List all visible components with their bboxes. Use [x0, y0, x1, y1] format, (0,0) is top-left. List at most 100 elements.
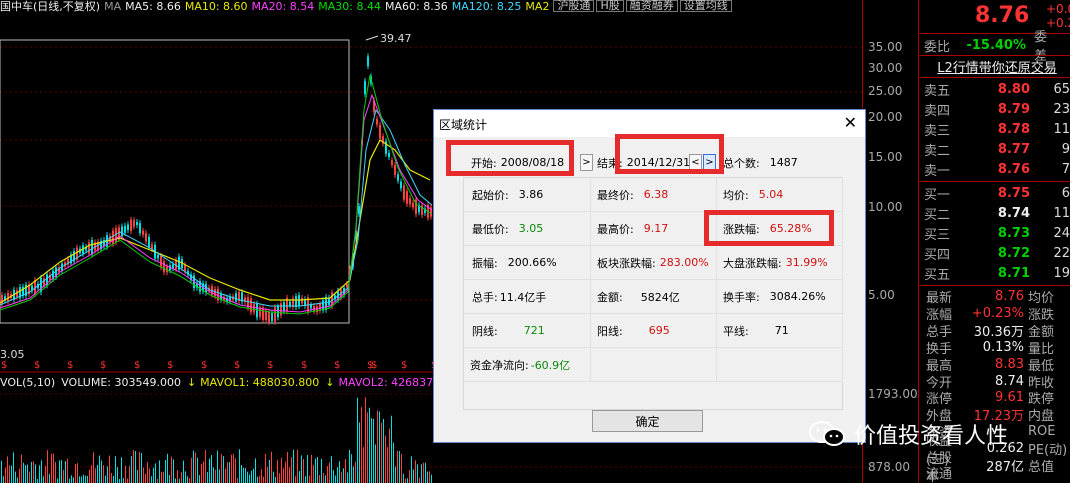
- volume-bar: [155, 463, 156, 483]
- volume-bar: [345, 459, 346, 483]
- candle-body: [277, 306, 279, 318]
- volume-bar: [397, 450, 398, 483]
- volume-bar: [57, 478, 58, 483]
- stat-value: 287亿: [986, 460, 1024, 475]
- volume-bar: [181, 472, 182, 483]
- region-stats-dialog: 区域统计 ✕ 开始: 2008/08/18 > 结束: 2014/12/31 <…: [433, 109, 866, 443]
- stat-row: 今开 8.74 昨收: [926, 373, 1070, 391]
- ma20-label: MA20: 8.54: [251, 0, 315, 12]
- stat-value: 8.74: [995, 373, 1024, 389]
- stat-low: 最低价: 3.05: [464, 212, 591, 246]
- candle-body: [358, 206, 360, 214]
- candle-body: [235, 293, 237, 302]
- volume-bar: [161, 471, 162, 483]
- volume-bar: [141, 452, 142, 483]
- volume-bar: [1, 460, 2, 483]
- hk-connect-button[interactable]: 沪股通: [553, 0, 595, 12]
- volume-bar: [53, 453, 54, 483]
- volume-bar: [151, 476, 152, 483]
- volume-bar: [413, 469, 414, 483]
- book-row[interactable]: 卖二 8.77 9: [924, 139, 1070, 159]
- volume-bar: [267, 466, 268, 483]
- volume-bar: [43, 476, 44, 483]
- dialog-titlebar[interactable]: 区域统计 ✕: [434, 110, 865, 137]
- volume-bar: [387, 447, 388, 483]
- volume-bar: [337, 467, 338, 483]
- book-price: 8.73: [997, 225, 1030, 241]
- event-markers: $$$$$$$$$$$$$$$: [1, 360, 437, 371]
- book-row[interactable]: 卖五 8.80 65: [924, 79, 1070, 99]
- candle-body: [160, 255, 162, 268]
- stat-value: 0.13%: [982, 339, 1024, 355]
- volume-bar: [355, 461, 356, 483]
- volume-bar: [167, 453, 168, 483]
- close-icon[interactable]: ✕: [844, 113, 857, 132]
- l2-banner-link[interactable]: L2行情带你还原交易: [924, 57, 1070, 76]
- book-row[interactable]: 卖四 8.79 23: [924, 99, 1070, 119]
- book-level-label: 卖五: [924, 83, 951, 99]
- volume-bar: [5, 467, 6, 483]
- start-next-button[interactable]: >: [580, 154, 593, 171]
- volume-bar: [83, 474, 84, 483]
- book-row[interactable]: 买五 8.71 19: [924, 263, 1070, 283]
- volume-bar: [295, 476, 296, 483]
- book-row[interactable]: 卖三 8.78 11: [924, 119, 1070, 139]
- volume-bar: [131, 456, 132, 483]
- book-row[interactable]: 买一 8.75 6: [924, 183, 1070, 203]
- volume-bar: [351, 454, 352, 483]
- ma2-label: MA2: [525, 0, 550, 12]
- volume-bar: [11, 465, 12, 483]
- volume-bar: [357, 397, 358, 483]
- volume-bar: [279, 473, 280, 483]
- volume-bar: [325, 475, 326, 483]
- candlestick-series: [1, 53, 432, 326]
- volume-bar: [315, 458, 316, 483]
- stat-value: 8.76: [995, 289, 1024, 304]
- volume-bar: [47, 450, 48, 483]
- volume-bar: [313, 464, 314, 483]
- book-level-label: 买三: [924, 227, 951, 243]
- candle-body: [412, 202, 414, 208]
- volume-bar: [25, 465, 26, 483]
- volume-bar: [29, 471, 30, 483]
- y-tick-35: 35.00: [868, 40, 903, 54]
- volume-bar: [99, 455, 100, 483]
- ma-tag[interactable]: MA: [104, 0, 121, 12]
- volume-bar: [309, 475, 310, 483]
- stat-value: +0.23%: [971, 305, 1024, 321]
- volume-bar: [431, 474, 432, 483]
- ok-button[interactable]: 确定: [592, 410, 703, 432]
- volume-bar: [247, 471, 248, 483]
- volume-bar: [225, 468, 226, 483]
- margin-trading-button[interactable]: 融资融券: [625, 0, 678, 12]
- stat-net-flow: 资金净流向: -60.9亿: [464, 348, 591, 382]
- region-selection-box: [0, 39, 350, 324]
- volume-bar: [311, 454, 312, 483]
- candle-body: [364, 80, 366, 95]
- book-row[interactable]: 买二 8.74 11: [924, 203, 1070, 223]
- event-marker: $: [167, 360, 173, 371]
- candle-body: [409, 198, 411, 205]
- vol-tick-1793: 1793.00: [868, 387, 918, 401]
- volume-bar: [231, 454, 232, 483]
- stat-value: 8.83: [995, 356, 1024, 372]
- book-row[interactable]: 买三 8.73 24: [924, 223, 1070, 243]
- event-marker: $: [401, 360, 407, 371]
- volume-bar: [117, 467, 118, 483]
- volume-bar: [19, 468, 20, 483]
- candle-body: [136, 221, 138, 226]
- volume-bar: [293, 449, 294, 483]
- candle-body: [148, 236, 150, 247]
- volume-bar: [197, 457, 198, 483]
- stat-close: 最终价: 6.38: [591, 178, 717, 212]
- stat-up-candles: 阳线: 695: [591, 314, 717, 348]
- volume-bar: [367, 412, 368, 483]
- volume-bar: [175, 478, 176, 483]
- candle-body: [142, 230, 144, 235]
- book-row[interactable]: 卖一 8.76 7: [924, 159, 1070, 179]
- book-row[interactable]: 买四 8.72 22: [924, 243, 1070, 263]
- h-share-button[interactable]: H股: [596, 0, 624, 12]
- volume-bar: [149, 468, 150, 483]
- dialog-title: 区域统计: [439, 118, 488, 132]
- ma-settings-button[interactable]: 设置均线: [679, 0, 732, 12]
